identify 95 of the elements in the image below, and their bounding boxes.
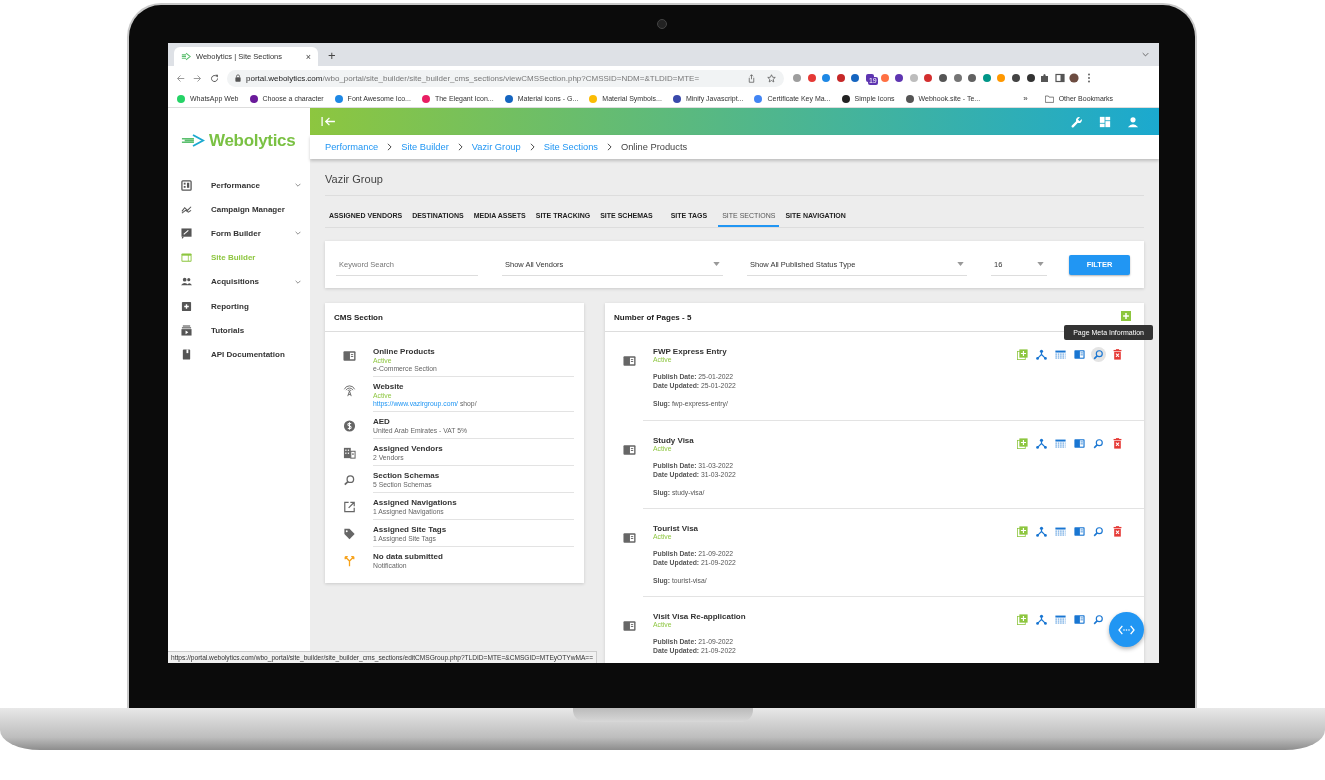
page-name: Tourist Visa <box>653 524 700 533</box>
book-icon <box>181 348 192 360</box>
url-text: portal.webolytics.com/wbo_portal/site_builder/site_builder_cms_sections/viewCMSSection.php?CMSSID=NDM=&TLDID=MTE= <box>246 73 701 83</box>
page-title: Vazir Group <box>325 173 1144 196</box>
wrench-icon[interactable] <box>1071 115 1083 128</box>
side-panel-icon <box>622 620 636 632</box>
dollar-icon <box>342 420 356 432</box>
extension-icon[interactable] <box>850 73 861 83</box>
dashboard-icon[interactable] <box>1099 115 1111 128</box>
panel-action-button[interactable] <box>1072 524 1087 539</box>
video-library-icon <box>181 324 192 336</box>
panel-action-button[interactable] <box>1072 436 1087 451</box>
section-title: Assigned Site Tags <box>373 525 448 534</box>
extension-icon[interactable] <box>835 73 846 83</box>
user-icon[interactable] <box>1127 115 1139 128</box>
search-icon <box>342 474 356 486</box>
arrow-logo-icon <box>181 52 191 61</box>
tree-action-button[interactable] <box>1034 436 1049 451</box>
open-in-new-icon <box>342 501 356 513</box>
section-title: Online Products <box>373 347 436 356</box>
tag-icon <box>342 528 356 540</box>
chevron-right-icon <box>457 143 463 151</box>
search-action-button[interactable] <box>1091 436 1106 451</box>
extension-icon[interactable] <box>937 73 948 83</box>
chevron-down-icon <box>295 279 301 284</box>
sidebar-item[interactable]: Form Builder <box>168 221 310 246</box>
sidebar-item[interactable]: Performance <box>168 173 310 198</box>
chevron-down-icon <box>295 183 301 187</box>
side-panel-toggle-icon[interactable] <box>1054 73 1065 83</box>
chevron-right-icon <box>606 143 612 151</box>
avatar-icon[interactable] <box>1069 73 1080 83</box>
more-bookmarks-button[interactable]: » <box>1023 94 1028 103</box>
panel-action-button[interactable] <box>1072 347 1087 362</box>
extension-icon[interactable] <box>1010 73 1021 83</box>
merge-icon <box>342 555 356 567</box>
search-action-button[interactable] <box>1091 347 1106 362</box>
brand-logo-text: Webolytics <box>209 130 296 151</box>
webcam-dot <box>657 19 667 29</box>
card-title: CMS Section <box>334 312 383 322</box>
breadcrumb-current: Online Products <box>620 142 688 152</box>
sidebar-item[interactable]: API Documentation <box>168 342 310 367</box>
caret-icon <box>957 262 964 266</box>
code-icon <box>1118 624 1135 635</box>
dashboard-icon <box>181 179 192 191</box>
arrow-logo-icon <box>181 134 205 147</box>
caret-icon <box>713 262 720 266</box>
chevron-down-icon <box>295 231 301 236</box>
lock-icon <box>235 74 241 82</box>
trend-icon <box>181 203 192 215</box>
side-panel-icon <box>622 532 636 544</box>
search-action-button[interactable] <box>1091 524 1106 539</box>
url-field[interactable]: portal.webolytics.com/wbo_portal/site_builder/site_builder_cms_sections/viewCMSSection.php?CMSSID=NDM=&TLDID=MTE= <box>227 69 784 87</box>
building-icon <box>342 447 356 459</box>
extension-icon[interactable] <box>894 73 905 83</box>
sidebar-item[interactable]: Campaign Manager <box>168 197 310 222</box>
section-title: AED <box>373 417 391 426</box>
sidebar-item[interactable]: Tutorials <box>168 318 310 343</box>
card-title: Number of Pages - 5 <box>614 312 692 322</box>
browser-window-icon <box>181 252 192 264</box>
tree-action-button[interactable] <box>1034 524 1049 539</box>
extension-icon[interactable] <box>1025 73 1036 83</box>
section-title: Assigned Navigations <box>373 498 458 507</box>
caret-icon <box>1037 262 1044 266</box>
new-tab-button[interactable]: + <box>328 48 336 63</box>
puzzle-icon[interactable] <box>1040 73 1051 83</box>
antenna-icon <box>342 385 356 397</box>
page-name: FWP Express Entry <box>653 347 728 356</box>
people-icon <box>181 276 192 288</box>
page-name: Study Visa <box>653 436 695 445</box>
side-panel-icon <box>622 355 636 367</box>
tree-action-button[interactable] <box>1034 347 1049 362</box>
panel-action-button[interactable] <box>1072 612 1087 627</box>
report-icon <box>181 300 192 312</box>
section-title: Assigned Vendors <box>373 444 444 453</box>
share-icon[interactable] <box>747 73 756 83</box>
page-name: Visit Visa Re-application <box>653 612 747 621</box>
side-panel-icon <box>622 444 636 456</box>
chevron-right-icon <box>529 143 535 151</box>
star-icon[interactable] <box>767 73 776 83</box>
tree-action-button[interactable] <box>1034 612 1049 627</box>
tab-close-button[interactable]: × <box>305 51 311 62</box>
sidebar-item[interactable]: Acquisitions <box>168 269 310 294</box>
side-panel-icon <box>342 350 356 362</box>
folder-icon <box>1044 94 1054 103</box>
search-action-button[interactable] <box>1091 612 1106 627</box>
back-arrow-icon[interactable] <box>176 73 185 83</box>
section-title: No data submitted <box>373 552 444 561</box>
section-title: Website <box>373 382 405 391</box>
section-title: Section Schemas <box>373 471 441 480</box>
forward-arrow-icon[interactable] <box>193 73 202 83</box>
extension-icon[interactable] <box>967 73 978 83</box>
chevron-right-icon <box>387 143 393 151</box>
sidebar-item[interactable]: Reporting <box>168 293 310 319</box>
reload-icon[interactable] <box>210 73 219 83</box>
form-icon <box>181 227 192 239</box>
